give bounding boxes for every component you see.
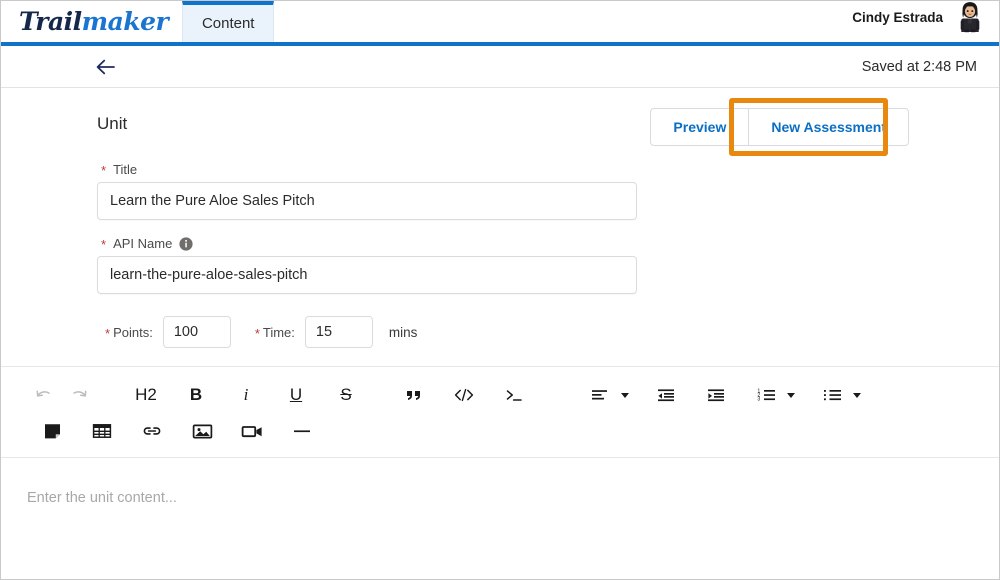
image-icon[interactable] [185,416,219,446]
logo-text-trail: Trail [19,7,82,36]
user-name-label: Cindy Estrada [852,9,943,25]
bullet-list-icon[interactable] [815,380,849,410]
time-required-marker: * [254,325,260,341]
indent-icon[interactable] [699,380,733,410]
user-menu[interactable]: Cindy Estrada [852,1,999,42]
redo-icon[interactable] [61,380,95,410]
italic-label: i [243,385,249,404]
api-name-required-marker: * [101,237,107,252]
points-label-text: Points: [113,324,153,340]
new-assessment-button[interactable]: New Assessment [748,108,909,146]
tab-content[interactable]: Content [182,1,275,42]
table-icon[interactable] [85,416,119,446]
logo-text-maker: maker [81,7,169,36]
fields-container: * Title * API Name * Poi [1,162,999,348]
align-dropdown-caret[interactable] [617,380,633,410]
toolbar-divider [1,457,999,458]
points-input[interactable] [162,316,231,348]
time-label-text: Time: [262,324,295,340]
link-icon[interactable] [135,416,169,446]
heading-2-label: H2 [135,385,157,404]
note-icon[interactable] [35,416,69,446]
preview-button[interactable]: Preview [650,108,749,146]
bold-button[interactable]: B [179,380,213,410]
video-icon[interactable] [235,416,269,446]
app-header: Trail maker Content Cindy Estrada [1,1,999,46]
heading-2-button[interactable]: H2 [129,380,163,410]
numbered-list-dropdown-caret[interactable] [783,380,799,410]
points-field-label: * Points: [105,325,153,340]
api-name-input[interactable] [97,256,637,294]
toolbar-row-2 [1,413,999,449]
page-title: Unit [97,114,128,133]
outdent-icon[interactable] [649,380,683,410]
underline-button[interactable]: U [279,380,313,410]
time-field-label: * Time: [255,325,295,340]
unit-content-editor[interactable]: Enter the unit content... [1,464,999,579]
blockquote-icon[interactable] [397,380,431,410]
api-name-field-label: * API Name [101,236,999,251]
unit-form: Unit Preview New Assessment * Title * AP… [1,88,999,579]
inline-code-icon[interactable] [447,380,481,410]
save-status-bar: Saved at 2:48 PM [1,46,999,88]
bullet-list-dropdown-caret[interactable] [849,380,865,410]
back-arrow-icon[interactable] [93,54,119,80]
bold-label: B [189,385,203,404]
preview-button-label: Preview [673,119,727,135]
numbered-list-icon[interactable]: 1 2 3 [749,380,783,410]
strikethrough-label: S [340,385,352,404]
editor-placeholder-text: Enter the unit content... [27,490,177,506]
saved-status-text: Saved at 2:48 PM [861,58,977,75]
user-avatar[interactable] [953,1,987,34]
title-label-text: Title [113,162,138,177]
rich-text-toolbar: H2 B i U S 1 2 3 [1,366,999,464]
points-time-row: * Points: * Time: mins [105,316,999,348]
title-required-marker: * [101,163,107,178]
action-button-group: Preview New Assessment [650,98,909,156]
unit-header-row: Unit Preview New Assessment [1,98,999,156]
toolbar-row-1: H2 B i U S 1 2 3 [1,377,999,413]
time-input[interactable] [304,316,373,348]
trailmaker-logo[interactable]: Trail maker [1,7,182,42]
title-field-label: * Title [101,162,999,177]
svg-text:3: 3 [757,397,760,403]
italic-button[interactable]: i [229,380,263,410]
tab-content-label: Content [201,15,255,32]
trailmaker-content-editor: Trail maker Content Cindy Estrada Saved … [0,0,1000,580]
align-icon[interactable] [583,380,617,410]
info-icon[interactable] [179,236,193,251]
code-block-icon[interactable] [497,380,531,410]
horizontal-rule-icon[interactable] [285,416,319,446]
points-required-marker: * [105,325,111,341]
undo-icon[interactable] [27,380,61,410]
strikethrough-button[interactable]: S [329,380,363,410]
new-assessment-button-label: New Assessment [771,119,886,135]
underline-label: U [289,385,303,404]
api-name-label-text: API Name [113,236,173,251]
time-unit-label: mins [388,324,418,340]
title-input[interactable] [97,182,637,220]
